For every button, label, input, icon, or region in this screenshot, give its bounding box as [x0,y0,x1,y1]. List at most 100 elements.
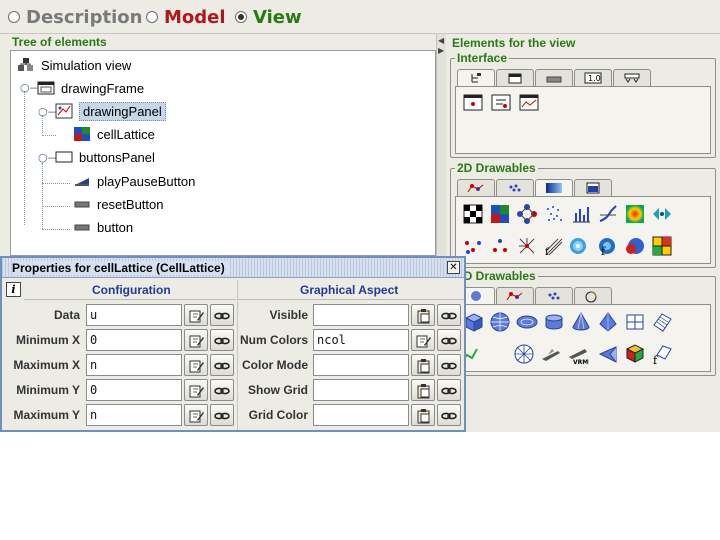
visible-edit-button[interactable] [411,304,435,326]
contour-plot-icon[interactable] [570,235,592,257]
rubiks-cube-icon[interactable] [624,343,646,365]
properties-dialog: Properties for cellLattice (CellLattice)… [0,256,466,432]
cell-lattice-element-icon[interactable] [489,203,511,225]
tab-buttons[interactable] [535,69,573,87]
particle-set-icon[interactable] [543,203,565,225]
color-mode-edit-button[interactable] [411,354,435,376]
tetrahedron-icon[interactable] [597,343,619,365]
tree-node-cell-lattice[interactable]: cellLattice [73,124,155,144]
model-mode-radio[interactable]: Model [146,6,226,28]
cylinder-icon[interactable] [543,311,565,333]
description-mode-label: Description [26,6,143,28]
tree-node-drawing-frame[interactable]: drawingFrame [37,78,144,98]
data-label: Data [53,308,80,322]
drawables-3d-tabs [457,287,613,306]
tree-node-simulation-view[interactable]: Simulation view [17,55,131,75]
color-mode-field[interactable] [313,354,409,376]
tree-node-label: button [97,219,134,235]
object-vrml-icon[interactable]: VRML [567,343,592,366]
maximum-x-field[interactable] [86,354,182,376]
minimum-x-edit-button[interactable] [184,329,208,351]
tab-3d-scene[interactable] [574,287,612,305]
polygon-set-icon[interactable]: f [543,235,565,258]
minimum-y-link-button[interactable] [210,379,234,401]
minimum-y-field[interactable] [86,379,182,401]
drawing-frame-element-icon[interactable] [518,92,540,114]
maximum-y-field[interactable] [86,404,182,426]
palette-title: Elements for the view [452,36,576,50]
surface-plot-icon[interactable]: f [597,235,619,258]
interpolated-plot-icon[interactable] [624,235,646,257]
sphere-icon[interactable] [489,311,511,333]
num-colors-field[interactable] [313,329,409,351]
arrow-trace-icon[interactable] [597,203,619,225]
tab-3d-sets[interactable] [496,287,534,305]
tree-node-label: cellLattice [97,126,155,142]
tree-node-reset-button[interactable]: resetButton [73,194,164,214]
vector-field-icon[interactable] [651,203,673,225]
dialog-element-icon[interactable] [490,92,512,114]
num-colors-link-button[interactable] [437,329,461,351]
data-link-button[interactable] [210,304,234,326]
ellipsoid-icon[interactable] [516,311,538,333]
scalar-field-icon[interactable] [624,203,646,225]
color-mode-link-button[interactable] [437,354,461,376]
tree-node-buttons-panel[interactable]: buttonsPanel [55,147,155,167]
collapse-right-arrow-icon[interactable]: ▶ [438,46,444,55]
description-mode-radio[interactable]: Description [8,6,142,28]
maximum-y-edit-button[interactable] [184,404,208,426]
properties-title-bar[interactable]: Properties for cellLattice (CellLattice)… [2,258,464,278]
grid-color-field[interactable] [313,404,409,426]
maximum-x-link-button[interactable] [210,354,234,376]
tab-2d-charts[interactable] [574,179,612,197]
grid-plot-icon[interactable] [651,235,673,257]
tree-connector [42,163,43,229]
maximum-y-link-button[interactable] [210,404,234,426]
close-icon[interactable]: ✕ [447,261,460,274]
segment-set-icon[interactable] [462,235,484,257]
tree-node-play-pause-button[interactable]: playPauseButton [73,171,195,191]
radio-selected-icon [235,11,247,23]
checkerboard-icon[interactable] [462,203,484,225]
view-mode-radio[interactable]: View [235,6,302,28]
surface-icon[interactable] [651,311,673,333]
frame-element-icon[interactable] [462,92,484,114]
visible-link-button[interactable] [437,304,461,326]
num-colors-edit-button[interactable] [411,329,435,351]
tree-node-drawing-panel[interactable]: drawingPanel [55,101,166,121]
pyramid-icon[interactable] [597,311,619,333]
tree-view[interactable]: ○— ○— ○— Simulation view drawingFrame dr… [10,50,436,256]
tab-menus[interactable] [613,69,651,87]
split-divider[interactable]: ◀ ▶ [436,34,446,256]
cone-icon[interactable] [570,311,592,333]
histogram-icon[interactable] [570,203,592,225]
show-grid-field[interactable] [313,379,409,401]
grid-color-link-button[interactable] [437,404,461,426]
minimum-y-edit-button[interactable] [184,379,208,401]
polygon-3d-icon[interactable] [513,343,535,365]
tab-3d-particles[interactable] [535,287,573,305]
data-field[interactable] [86,304,182,326]
tab-windows[interactable] [496,69,534,87]
surface-function-icon[interactable]: f [651,343,673,367]
tab-2d-sets[interactable] [496,179,534,197]
object-spaceship-icon[interactable] [540,343,562,365]
show-grid-link-button[interactable] [437,379,461,401]
show-grid-edit-button[interactable] [411,379,435,401]
tree-node-button[interactable]: button [73,217,133,237]
plane-icon[interactable] [624,311,646,333]
tree-connector [42,206,70,207]
maximum-x-edit-button[interactable] [184,354,208,376]
data-edit-button[interactable] [184,304,208,326]
collapse-left-arrow-icon[interactable]: ◀ [438,36,444,45]
visible-field[interactable] [313,304,409,326]
arrow-set-icon[interactable] [516,235,538,257]
tab-fields[interactable]: 1.0 [574,69,612,87]
minimum-x-link-button[interactable] [210,329,234,351]
minimum-x-field[interactable] [86,329,182,351]
trace-set-icon[interactable] [489,235,511,257]
info-icon[interactable]: i [6,282,21,297]
network-icon[interactable] [516,203,538,225]
grid-color-edit-button[interactable] [411,404,435,426]
tab-2d-basic[interactable] [457,179,495,197]
